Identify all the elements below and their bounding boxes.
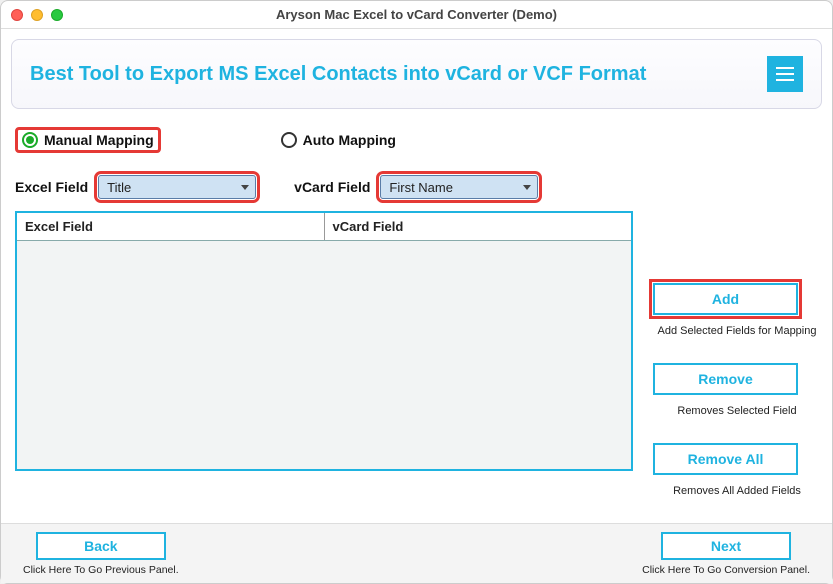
hamburger-icon bbox=[776, 67, 794, 69]
footer-right: Next Click Here To Go Conversion Panel. bbox=[642, 532, 810, 576]
vcard-field-value: First Name bbox=[389, 180, 453, 195]
excel-field-select[interactable]: Title bbox=[98, 175, 256, 199]
close-icon[interactable] bbox=[11, 9, 23, 21]
footer-left: Back Click Here To Go Previous Panel. bbox=[23, 532, 179, 576]
remove-hint: Removes Selected Field bbox=[653, 405, 821, 417]
table-header: Excel Field vCard Field bbox=[17, 213, 631, 241]
remove-all-button[interactable]: Remove All bbox=[653, 443, 798, 475]
header-banner: Best Tool to Export MS Excel Contacts in… bbox=[11, 39, 822, 109]
main-panel: Manual Mapping Auto Mapping Excel Field … bbox=[1, 109, 832, 523]
chevron-down-icon bbox=[523, 185, 531, 190]
add-hint: Add Selected Fields for Mapping bbox=[653, 325, 821, 337]
column-header-excel: Excel Field bbox=[17, 213, 325, 240]
remove-all-hint: Removes All Added Fields bbox=[653, 485, 821, 497]
chevron-down-icon bbox=[241, 185, 249, 190]
table-body[interactable] bbox=[17, 241, 631, 469]
excel-field-label: Excel Field bbox=[15, 179, 88, 195]
titlebar: Aryson Mac Excel to vCard Converter (Dem… bbox=[1, 1, 832, 29]
minimize-icon[interactable] bbox=[31, 9, 43, 21]
maximize-icon[interactable] bbox=[51, 9, 63, 21]
radio-unselected-icon bbox=[281, 132, 297, 148]
remove-button[interactable]: Remove bbox=[653, 363, 798, 395]
mapping-mode-radios: Manual Mapping Auto Mapping bbox=[15, 127, 818, 153]
auto-mapping-label: Auto Mapping bbox=[303, 132, 396, 148]
auto-mapping-radio[interactable]: Auto Mapping bbox=[281, 127, 396, 153]
next-hint: Click Here To Go Conversion Panel. bbox=[642, 564, 810, 576]
window-title: Aryson Mac Excel to vCard Converter (Dem… bbox=[1, 7, 832, 22]
radio-selected-icon bbox=[22, 132, 38, 148]
manual-mapping-radio[interactable]: Manual Mapping bbox=[15, 127, 161, 153]
vcard-field-label: vCard Field bbox=[294, 179, 370, 195]
field-selectors-row: Excel Field Title vCard Field First Name bbox=[15, 175, 818, 199]
vcard-field-select[interactable]: First Name bbox=[380, 175, 538, 199]
table-and-actions: Excel Field vCard Field Add Add Selected… bbox=[15, 211, 818, 515]
app-window: Aryson Mac Excel to vCard Converter (Dem… bbox=[0, 0, 833, 584]
next-button[interactable]: Next bbox=[661, 532, 791, 560]
excel-field-value: Title bbox=[107, 180, 131, 195]
column-header-vcard: vCard Field bbox=[325, 213, 632, 240]
back-hint: Click Here To Go Previous Panel. bbox=[23, 564, 179, 576]
manual-mapping-label: Manual Mapping bbox=[44, 132, 154, 148]
side-actions: Add Add Selected Fields for Mapping Remo… bbox=[653, 211, 821, 515]
add-button[interactable]: Add bbox=[653, 283, 798, 315]
footer: Back Click Here To Go Previous Panel. Ne… bbox=[1, 523, 832, 583]
mapping-table: Excel Field vCard Field bbox=[15, 211, 633, 471]
page-title: Best Tool to Export MS Excel Contacts in… bbox=[30, 63, 646, 86]
window-controls bbox=[11, 9, 63, 21]
back-button[interactable]: Back bbox=[36, 532, 166, 560]
hamburger-menu-button[interactable] bbox=[767, 56, 803, 92]
